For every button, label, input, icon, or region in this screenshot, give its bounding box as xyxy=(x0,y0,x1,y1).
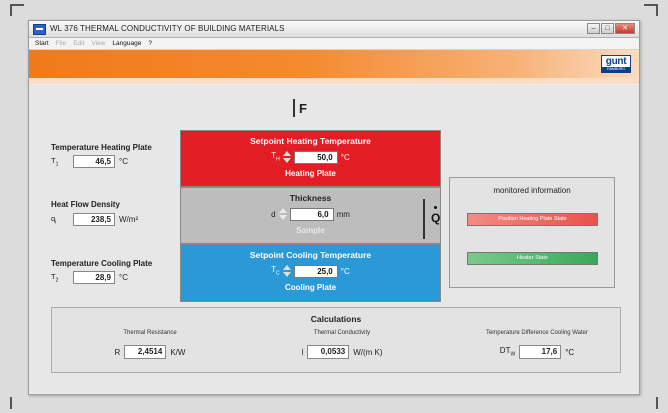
heat-flow-dot xyxy=(434,206,437,209)
heat-flow-unit: W/m² xyxy=(119,215,139,224)
frame-corner xyxy=(10,397,12,409)
cooling-plate-label: Cooling Plate xyxy=(284,283,337,292)
heating-temp-unit: °C xyxy=(119,157,128,166)
app-window: WL 376 THERMAL CONDUCTIVITY OF BUILDING … xyxy=(28,20,640,395)
force-arrow-line xyxy=(293,99,295,117)
cooling-temp-value: 28,9 xyxy=(73,271,115,284)
cooling-plate: Setpoint Cooling Temperature TC °C Cooli… xyxy=(180,244,441,302)
window-controls: – □ ✕ xyxy=(587,23,635,34)
heating-setpoint-symbol: TH xyxy=(271,151,280,163)
cooling-setpoint-title: Setpoint Cooling Temperature xyxy=(249,250,372,260)
window-title: WL 376 THERMAL CONDUCTIVITY OF BUILDING … xyxy=(50,24,285,33)
thickness-unit: mm xyxy=(336,209,350,219)
heating-setpoint-unit: °C xyxy=(340,152,350,162)
maximize-button[interactable]: □ xyxy=(601,23,614,34)
heater-state-indicator: Heater State xyxy=(467,252,598,265)
thermal-conductivity-label: Thermal Conductivity xyxy=(313,330,371,336)
heat-flow-label: Heat Flow Density xyxy=(51,200,120,209)
heating-temp-label: Temperature Heating Plate xyxy=(51,143,152,152)
sample-plate: Thickness d mm Sample xyxy=(180,187,441,244)
temp-difference-symbol: DTW xyxy=(499,346,516,358)
thermal-resistance-group: Thermal Resistance R 2,4514 K/W xyxy=(90,330,210,359)
cooling-setpoint-symbol: TC xyxy=(271,265,280,277)
frame-corner xyxy=(644,4,658,6)
app-icon xyxy=(33,24,46,35)
cooling-setpoint-unit: °C xyxy=(340,266,350,276)
frame-corner xyxy=(656,397,658,409)
cooling-setpoint-input[interactable] xyxy=(293,264,338,278)
cooling-temp-readout: T2 28,9 °C xyxy=(51,271,128,284)
close-button[interactable]: ✕ xyxy=(615,23,635,34)
heat-flow-value: 238,5 xyxy=(73,213,115,226)
thermal-conductivity-symbol: l xyxy=(301,347,304,357)
menu-start[interactable]: Start xyxy=(35,38,49,49)
main-panel: F Temperature Heating Plate T1 46,5 °C H… xyxy=(29,85,639,393)
temp-difference-label: Temperature Difference Cooling Water xyxy=(485,330,589,336)
menu-view: View xyxy=(91,40,106,47)
heat-flow-symbol: qi xyxy=(51,213,57,226)
heating-plate-label: Heating Plate xyxy=(285,169,336,178)
cooling-temp-unit: °C xyxy=(119,273,128,282)
cooling-setpoint-row: TC °C xyxy=(181,264,440,278)
title-bar: WL 376 THERMAL CONDUCTIVITY OF BUILDING … xyxy=(29,21,639,38)
heating-setpoint-input[interactable] xyxy=(293,150,338,164)
heat-flow-line xyxy=(423,199,425,239)
minimize-button[interactable]: – xyxy=(587,23,600,34)
menu-file: File xyxy=(55,40,67,47)
thermal-conductivity-unit: W/(m K) xyxy=(353,347,383,357)
thermal-conductivity-row: l 0,0533 W/(m K) xyxy=(277,345,407,359)
calculations-title: Calculations xyxy=(310,314,362,324)
menu-help[interactable]: ? xyxy=(148,38,152,49)
temp-difference-unit: °C xyxy=(565,347,575,357)
calculations-panel: Calculations Thermal Resistance R 2,4514… xyxy=(51,307,621,373)
sample-label: Sample xyxy=(296,226,325,235)
menu-edit: Edit xyxy=(73,40,85,47)
header-banner: gunt HAMBURG xyxy=(29,50,639,78)
menu-bar: Start File Edit View Language ? xyxy=(29,38,639,50)
cooling-temp-label: Temperature Cooling Plate xyxy=(51,259,153,268)
thickness-spinner[interactable] xyxy=(278,207,287,221)
thermal-resistance-row: R 2,4514 K/W xyxy=(90,345,210,359)
heating-setpoint-spinner[interactable] xyxy=(282,150,291,164)
heat-flow-symbol-q: Q xyxy=(431,211,441,225)
thermal-resistance-unit: K/W xyxy=(170,347,186,357)
monitor-panel: monitored information Position Heating P… xyxy=(449,177,615,288)
monitor-title: monitored information xyxy=(493,186,571,195)
thickness-title: Thickness xyxy=(289,193,332,203)
temp-difference-row: DTW 17,6 °C xyxy=(462,345,612,359)
thickness-symbol: d xyxy=(271,209,276,219)
gunt-logo: gunt HAMBURG xyxy=(601,55,631,73)
thermal-conductivity-group: Thermal Conductivity l 0,0533 W/(m K) xyxy=(277,330,407,359)
heating-temp-readout: T1 46,5 °C xyxy=(51,155,128,168)
temp-difference-value: 17,6 xyxy=(519,345,562,359)
menu-language[interactable]: Language xyxy=(112,38,141,49)
cooling-temp-symbol: T2 xyxy=(51,271,59,284)
thickness-row: d mm xyxy=(181,207,440,221)
heating-setpoint-title: Setpoint Heating Temperature xyxy=(250,136,371,146)
heating-temp-symbol: T1 xyxy=(51,155,59,168)
force-indicator: F xyxy=(293,99,307,117)
heating-temp-value: 46,5 xyxy=(73,155,115,168)
heat-flow-readout: qi 238,5 W/m² xyxy=(51,213,138,226)
cooling-setpoint-spinner[interactable] xyxy=(282,264,291,278)
thickness-input[interactable] xyxy=(289,207,334,221)
frame-corner xyxy=(10,4,24,6)
thermal-resistance-value: 2,4514 xyxy=(124,345,167,359)
heating-plate: Setpoint Heating Temperature TH °C Heati… xyxy=(180,130,441,187)
position-heating-plate-indicator: Position Heating Plate State xyxy=(467,213,598,226)
thermal-conductivity-value: 0,0533 xyxy=(307,345,350,359)
temp-difference-group: Temperature Difference Cooling Water DTW… xyxy=(462,330,612,359)
banner-separator xyxy=(29,78,639,84)
thermal-resistance-label: Thermal Resistance xyxy=(123,330,177,336)
thermal-resistance-symbol: R xyxy=(114,347,121,357)
heating-setpoint-row: TH °C xyxy=(181,150,440,164)
